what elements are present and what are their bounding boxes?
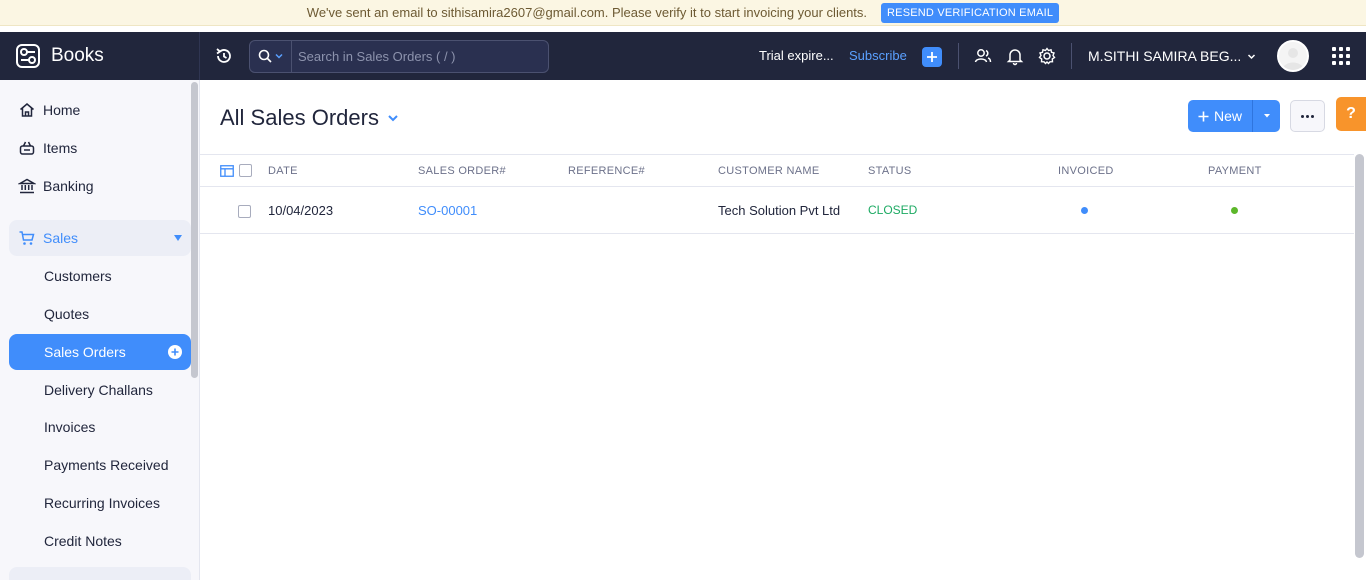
top-bar: Books Trial expire... Subscribe: [0, 32, 1366, 80]
column-header-reference[interactable]: REFERENCE#: [568, 165, 645, 177]
column-header-invoiced[interactable]: INVOICED: [1058, 165, 1114, 177]
new-button[interactable]: New: [1188, 100, 1252, 132]
sidebar-item-payments-received[interactable]: Payments Received: [9, 447, 191, 483]
column-header-sales-order[interactable]: SALES ORDER#: [418, 165, 506, 177]
new-button-label: New: [1213, 108, 1242, 124]
page-title: All Sales Orders: [220, 105, 379, 130]
sidebar-item-banking[interactable]: Banking: [9, 168, 191, 204]
sidebar-item-label: Banking: [43, 178, 94, 194]
new-dropdown-button[interactable]: [1252, 100, 1280, 132]
plus-icon: [927, 52, 937, 62]
bell-icon[interactable]: [1005, 46, 1025, 66]
user-avatar-icon: [1282, 48, 1304, 70]
main-scrollbar[interactable]: [1355, 154, 1364, 558]
sidebar: Home Items Banking Sales Customers Quote…: [0, 80, 200, 580]
sidebar-item-quotes[interactable]: Quotes: [9, 296, 191, 332]
sidebar-item-invoices[interactable]: Invoices: [9, 409, 191, 445]
chevron-down-icon: [1248, 53, 1256, 59]
sidebar-next-group[interactable]: [9, 567, 191, 580]
bank-icon: [18, 178, 36, 194]
avatar[interactable]: [1277, 40, 1309, 72]
new-button-group: New: [1188, 100, 1280, 132]
caret-down-icon: [1263, 114, 1270, 118]
sidebar-item-recurring-invoices[interactable]: Recurring Invoices: [9, 485, 191, 521]
resend-verification-button[interactable]: RESEND VERIFICATION EMAIL: [881, 2, 1060, 23]
column-header-date[interactable]: DATE: [268, 165, 298, 177]
search-box[interactable]: [249, 39, 549, 73]
order-date: 10/04/2023: [268, 203, 334, 218]
home-icon: [20, 103, 34, 117]
search-icon: [258, 49, 272, 63]
dot-icon: [1301, 114, 1304, 118]
cart-icon: [19, 231, 35, 245]
row-checkbox[interactable]: [238, 205, 251, 218]
sidebar-item-sales-orders[interactable]: Sales Orders: [9, 334, 191, 370]
recent-history-icon[interactable]: [214, 46, 234, 66]
caret-down-icon: [174, 235, 182, 241]
banner-message: We've sent an email to sithisamira2607@g…: [306, 5, 868, 20]
sidebar-item-label: Sales Orders: [44, 344, 126, 360]
search-scope-dropdown[interactable]: [250, 40, 292, 72]
payment-status-dot: [1231, 207, 1238, 214]
select-all-checkbox[interactable]: [239, 164, 252, 177]
dot-icon: [1306, 114, 1309, 118]
sidebar-item-label: Sales: [43, 230, 79, 246]
sidebar-item-home[interactable]: Home: [9, 92, 191, 128]
subscribe-link[interactable]: Subscribe: [849, 48, 907, 63]
sidebar-item-credit-notes[interactable]: Credit Notes: [9, 523, 191, 559]
chevron-down-icon: [275, 53, 283, 59]
help-button[interactable]: ?: [1336, 97, 1366, 131]
sidebar-item-label: Items: [43, 140, 78, 156]
table-row[interactable]: 10/04/2023 SO-00001 Tech Solution Pvt Lt…: [200, 187, 1354, 234]
plus-icon: [171, 348, 179, 356]
column-header-customer-name[interactable]: CUSTOMER NAME: [718, 165, 819, 177]
basket-icon: [19, 141, 35, 155]
organization-switcher[interactable]: M.SITHI SAMIRA BEG...: [1088, 48, 1256, 64]
users-icon[interactable]: [973, 46, 993, 66]
sidebar-scrollbar[interactable]: [191, 82, 198, 378]
quick-create-button[interactable]: [922, 47, 942, 67]
column-header-payment[interactable]: PAYMENT: [1208, 165, 1262, 177]
trial-status: Trial expire...: [759, 48, 834, 63]
sales-order-number-link[interactable]: SO-00001: [418, 203, 477, 218]
gear-icon[interactable]: [1037, 46, 1057, 66]
sidebar-item-delivery-challans[interactable]: Delivery Challans: [9, 372, 191, 408]
table-header: DATE SALES ORDER# REFERENCE# CUSTOMER NA…: [200, 154, 1354, 187]
customer-name: Tech Solution Pvt Ltd: [718, 203, 841, 218]
column-header-status[interactable]: STATUS: [868, 165, 912, 177]
brand-name: Books: [51, 45, 104, 66]
divider: [958, 43, 959, 69]
organization-name: M.SITHI SAMIRA BEG...: [1088, 48, 1242, 64]
add-sales-order-button[interactable]: [168, 345, 182, 359]
sidebar-group-sales[interactable]: Sales: [9, 220, 191, 256]
chevron-down-icon: [388, 115, 398, 122]
app-grid-icon[interactable]: [1332, 47, 1350, 65]
more-options-button[interactable]: [1290, 100, 1325, 132]
brand[interactable]: Books: [0, 32, 200, 80]
column-settings-icon[interactable]: [220, 165, 234, 177]
sidebar-item-label: Home: [43, 102, 81, 118]
main-content: All Sales Orders New ? DATE SALES ORDER#…: [200, 80, 1366, 580]
sales-orders-table: DATE SALES ORDER# REFERENCE# CUSTOMER NA…: [200, 154, 1354, 234]
search-input[interactable]: [292, 48, 542, 64]
divider: [1071, 43, 1072, 69]
verification-banner: We've sent an email to sithisamira2607@g…: [0, 0, 1366, 26]
invoiced-status-dot: [1081, 207, 1088, 214]
dot-icon: [1311, 114, 1314, 118]
status-badge: CLOSED: [868, 203, 918, 217]
sidebar-item-items[interactable]: Items: [9, 130, 191, 166]
plus-icon: [1198, 111, 1209, 121]
sidebar-item-customers[interactable]: Customers: [9, 258, 191, 294]
books-logo-icon: [16, 44, 40, 68]
view-selector[interactable]: All Sales Orders: [220, 105, 399, 131]
